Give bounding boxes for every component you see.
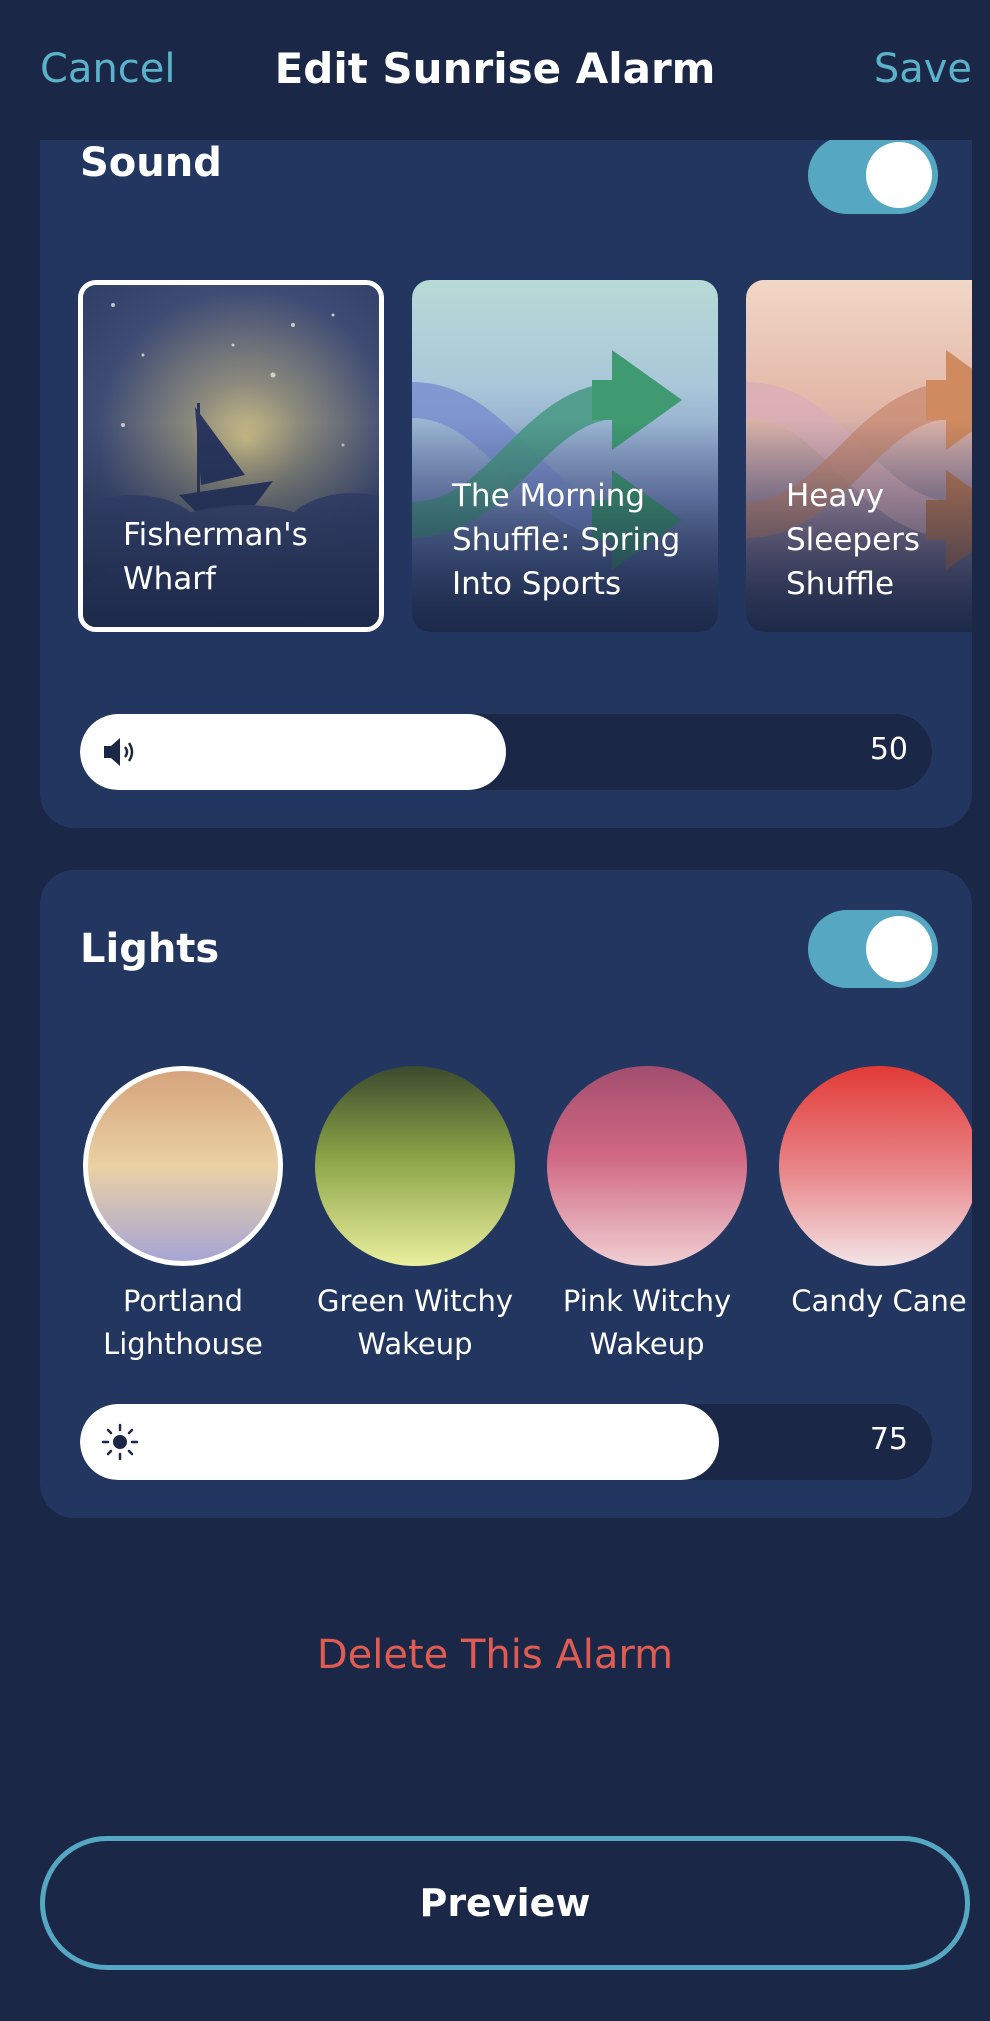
track-label: The Morning Shuffle: Spring Into Sports [452, 478, 681, 602]
preset-label: Green Witchy Wakeup [317, 1284, 513, 1361]
preview-button[interactable]: Preview [40, 1836, 970, 1970]
edit-alarm-screen: Sound Fisherman's Wharf The Morning Shuf… [0, 0, 990, 2021]
lights-title: Lights [80, 926, 220, 972]
track-tile-heavy-sleepers[interactable]: Heavy Sleepers Shuffle [746, 280, 972, 632]
brightness-slider[interactable]: 75 [80, 1404, 932, 1480]
preset-label: Candy Cane [791, 1284, 967, 1318]
lights-toggle[interactable] [808, 910, 938, 988]
sound-title: Sound [80, 140, 222, 186]
toggle-knob [866, 142, 932, 208]
brightness-value: 75 [869, 1422, 908, 1457]
toggle-knob [866, 916, 932, 982]
volume-fill [80, 714, 506, 790]
page-title: Edit Sunrise Alarm [274, 44, 716, 93]
save-button[interactable]: Save [874, 46, 972, 92]
preset-label: Portland Lighthouse [103, 1284, 263, 1361]
sound-track-carousel[interactable]: Fisherman's Wharf The Morning Shuffle: S… [78, 280, 972, 636]
sound-toggle[interactable] [808, 136, 938, 214]
preset-swatch [547, 1066, 747, 1266]
track-tile-fishermans-wharf[interactable]: Fisherman's Wharf [78, 280, 384, 632]
delete-alarm-button[interactable]: Delete This Alarm [0, 1632, 990, 1678]
brightness-fill [80, 1404, 719, 1480]
preset-portland-lighthouse[interactable]: Portland Lighthouse [78, 1066, 288, 1366]
preset-green-witchy-wakeup[interactable]: Green Witchy Wakeup [310, 1066, 520, 1366]
header-bar: Cancel Edit Sunrise Alarm Save [0, 0, 990, 140]
preset-swatch [315, 1066, 515, 1266]
track-label: Fisherman's Wharf [123, 517, 308, 597]
preset-swatch [83, 1066, 283, 1266]
volume-slider[interactable]: 50 [80, 714, 932, 790]
track-label: Heavy Sleepers Shuffle [786, 478, 921, 602]
speaker-icon [100, 732, 140, 772]
preset-pink-witchy-wakeup[interactable]: Pink Witchy Wakeup [542, 1066, 752, 1366]
light-preset-carousel[interactable]: Portland Lighthouse Green Witchy Wakeup … [78, 1066, 972, 1366]
lights-card: Lights Portland Lighthouse Green Witchy … [40, 870, 972, 1518]
volume-value: 50 [869, 732, 908, 767]
sun-icon [100, 1422, 140, 1462]
preset-label: Pink Witchy Wakeup [562, 1284, 732, 1361]
preset-candy-cane[interactable]: Candy Cane [774, 1066, 972, 1323]
sound-card: Sound Fisherman's Wharf The Morning Shuf… [40, 80, 972, 828]
preview-label: Preview [419, 1881, 591, 1925]
track-tile-morning-shuffle[interactable]: The Morning Shuffle: Spring Into Sports [412, 280, 718, 632]
preset-swatch [779, 1066, 972, 1266]
